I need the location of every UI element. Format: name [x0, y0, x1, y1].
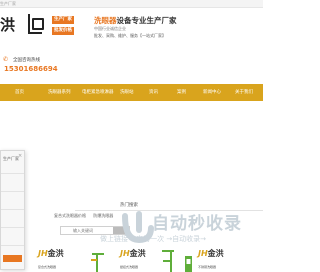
hot-search-link[interactable]: 防爆洗眼器 [93, 213, 113, 218]
brand-name: 金洪 [47, 249, 64, 258]
logo-mark-icon[interactable] [28, 14, 44, 34]
brand-mark: JH [198, 249, 208, 258]
brand-mark: JH [38, 249, 48, 258]
product-card[interactable]: JH金洪 壁挂式洗眼器 [110, 248, 182, 272]
phone-icon: ✆ [3, 56, 9, 63]
product-caption: 不锈钢洗眼器 [198, 265, 217, 269]
page-root: 生产厂家 洪 生产厂家 批发价格 洗眼器设备专业生产厂家 中国行业诚信企业 批发… [0, 0, 263, 272]
nav-item-eyewash-series[interactable]: 洗眼器系列 [48, 84, 71, 101]
slogan-highlight: 洗眼器 [94, 16, 117, 25]
header-slogan: 洗眼器设备专业生产厂家 [94, 15, 177, 26]
product-brand: JH金洪 [120, 248, 146, 259]
header-services: 批发、采购、维护、服务【一站式厂家】 [94, 33, 166, 38]
brand-name: 金洪 [207, 249, 224, 258]
watermark-subtitle: 做上链接 →来访一次 →自动收录→ [100, 235, 207, 243]
hotline-number[interactable]: 15301686694 [4, 65, 58, 73]
watermark-title: 自动秒收录 [152, 214, 242, 234]
logo-text[interactable]: 洪 [0, 14, 15, 35]
eyewash-cabinet-icon [185, 256, 192, 272]
header-subline: 中国行业诚信企业 [94, 26, 126, 31]
nav-item-cabinet-shower[interactable]: 电柜紧急喷淋器 [82, 84, 114, 101]
nav-item-eyewash-station[interactable]: 洗眼站 [120, 84, 134, 101]
floating-contact-panel: 生产厂家 × [0, 150, 25, 270]
main-nav: 首页 洗眼器系列 电柜紧急喷淋器 洗眼站 资讯 案例 新闻中心 关于我们 [0, 84, 263, 101]
eyewash-machine-icon [91, 253, 104, 272]
nav-item-cases[interactable]: 案例 [177, 84, 186, 101]
divider [1, 227, 24, 228]
nav-item-home[interactable]: 首页 [15, 84, 24, 101]
divider [1, 191, 24, 192]
nav-item-about[interactable]: 关于我们 [235, 84, 253, 101]
hotline-label: 全国咨询热线 [13, 58, 40, 63]
brand-mark: JH [120, 249, 130, 258]
badge-manufacturer: 生产厂家 [52, 16, 74, 24]
divider [1, 245, 24, 246]
product-caption: 壁挂式洗眼器 [120, 265, 139, 269]
eyewash-machine-icon [162, 250, 174, 272]
product-brand: JH金洪 [198, 248, 224, 259]
slogan-rest: 设备专业生产厂家 [116, 16, 177, 25]
product-card[interactable]: JH金洪 不锈钢洗眼器 [184, 248, 263, 272]
brand-name: 金洪 [129, 249, 146, 258]
divider [1, 209, 24, 210]
floating-panel-title: 生产厂家 [3, 156, 19, 161]
search-input[interactable] [61, 227, 113, 234]
product-brand: JH金洪 [38, 248, 64, 259]
product-caption: 复合式洗眼器 [38, 265, 57, 269]
badge-wholesale: 批发价格 [52, 27, 74, 35]
floating-submit-button[interactable] [3, 255, 22, 262]
top-strip: 生产厂家 [0, 0, 263, 8]
top-strip-text: 生产厂家 [0, 1, 16, 6]
hot-search-link[interactable]: 复合式洗眼器价格 [54, 213, 86, 218]
close-icon[interactable]: × [18, 153, 22, 159]
nav-item-news-center[interactable]: 新闻中心 [203, 84, 221, 101]
hot-search-row: 复合式洗眼器价格 防爆洗眼器 [54, 213, 113, 219]
product-card[interactable]: JH金洪 复合式洗眼器 [28, 248, 108, 272]
divider [1, 173, 24, 174]
nav-item-news[interactable]: 资讯 [149, 84, 158, 101]
